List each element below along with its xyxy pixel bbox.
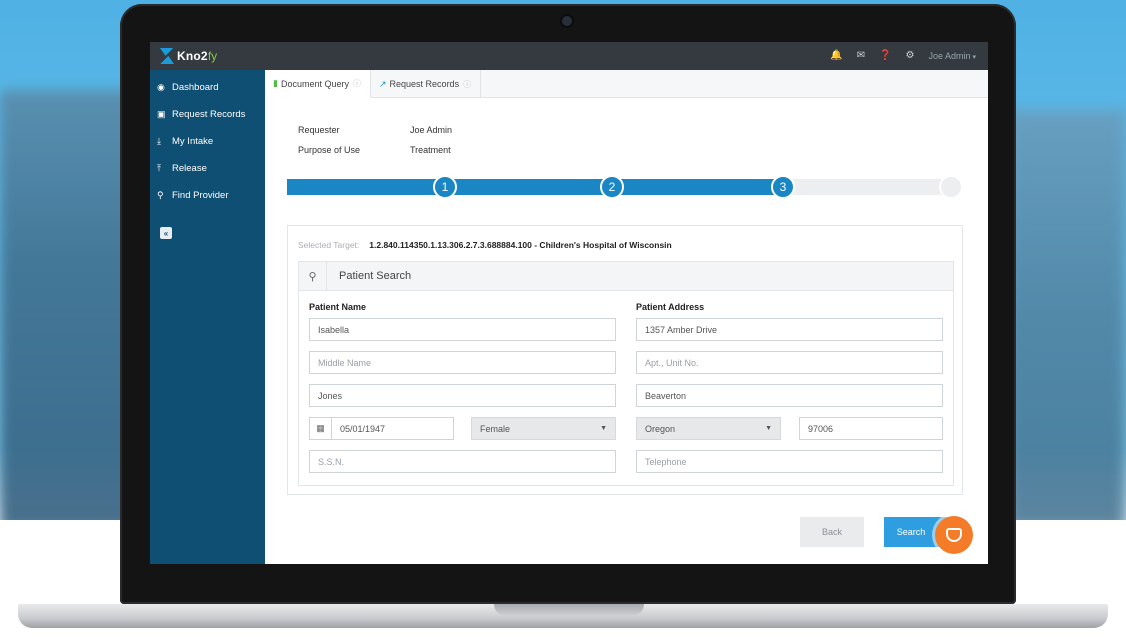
- progress-stepper: 1 2 3: [287, 175, 965, 199]
- chevron-down-icon: ▼: [765, 425, 772, 432]
- gear-icon[interactable]: ⚙: [905, 51, 914, 61]
- calendar-icon: ▦: [310, 418, 332, 439]
- middle-name-field[interactable]: Middle Name: [309, 351, 616, 374]
- back-button[interactable]: Back: [800, 517, 864, 547]
- bell-icon[interactable]: 🔔: [830, 51, 842, 61]
- patient-search-section: ⚲ Patient Search Patient Name Patient Ad…: [298, 261, 954, 486]
- progress-fill: [287, 179, 785, 195]
- selected-target-label: Selected Target:: [298, 240, 360, 250]
- first-name-field[interactable]: Isabella: [309, 318, 616, 341]
- logo-suffix: fy: [207, 49, 218, 63]
- gender-select[interactable]: Female ▼: [471, 417, 616, 440]
- envelope-icon[interactable]: ✉: [857, 51, 865, 61]
- kno2-logo-icon: [160, 48, 174, 64]
- app-logo[interactable]: Kno2 fy: [150, 42, 217, 70]
- step-end: [939, 175, 963, 199]
- external-link-icon: ↗: [378, 78, 387, 89]
- purpose-label: Purpose of Use: [298, 145, 361, 155]
- chevron-down-icon: ▾: [972, 54, 976, 61]
- tab-label: Document Query: [280, 78, 349, 89]
- selected-target: Selected Target: 1.2.840.114350.1.13.306.…: [298, 240, 672, 250]
- dashboard-icon: ◉: [157, 82, 165, 92]
- telephone-field[interactable]: Telephone: [636, 450, 943, 473]
- sidebar-item-label: My Intake: [172, 136, 214, 147]
- upload-icon: ⤒: [157, 163, 161, 173]
- sidebar-item-find-provider[interactable]: ⚲ Find Provider: [150, 182, 265, 209]
- user-menu[interactable]: Joe Admin ▾: [928, 51, 976, 61]
- tab-request-records[interactable]: ↗ Request Records ⓘ: [371, 70, 482, 98]
- dob-field[interactable]: ▦ 05/01/1947: [309, 417, 454, 440]
- sidebar: ◉ Dashboard ▣ Request Records ⤓ My Intak…: [150, 70, 265, 564]
- zip-field[interactable]: 97006: [799, 417, 943, 440]
- patient-name-label: Patient Name: [309, 302, 367, 312]
- requester-label: Requester: [298, 125, 340, 135]
- sidebar-item-label: Find Provider: [172, 190, 229, 201]
- sidebar-item-dashboard[interactable]: ◉ Dashboard: [150, 74, 265, 101]
- search-icon: ⚲: [299, 261, 327, 291]
- step-2[interactable]: 2: [600, 175, 624, 199]
- sidebar-item-request-records[interactable]: ▣ Request Records: [150, 101, 265, 128]
- chat-icon: [946, 528, 962, 542]
- question-icon[interactable]: ❓: [879, 51, 891, 61]
- sidebar-item-release[interactable]: ⤒ Release: [150, 155, 265, 182]
- state-value: Oregon: [645, 423, 676, 434]
- top-navbar: Kno2 fy 🔔 ✉ ❓ ⚙ Joe Admin ▾: [150, 42, 988, 70]
- tab-label: Request Records: [389, 79, 460, 89]
- patient-search-header: ⚲ Patient Search: [299, 261, 953, 291]
- sidebar-item-my-intake[interactable]: ⤓ My Intake: [150, 128, 265, 155]
- query-meta: Requester Joe Admin Purpose of Use Treat…: [298, 120, 452, 160]
- requester-value: Joe Admin: [410, 125, 453, 135]
- query-panel: Selected Target: 1.2.840.114350.1.13.306.…: [287, 225, 963, 495]
- tab-bar: ▮ Document Query ⓘ ↗ Request Records ⓘ: [265, 70, 988, 98]
- dob-value: 05/01/1947: [340, 423, 386, 434]
- step-1[interactable]: 1: [433, 175, 457, 199]
- step-3[interactable]: 3: [771, 175, 795, 199]
- laptop-screen: Kno2 fy 🔔 ✉ ❓ ⚙ Joe Admin ▾ ◉ Dashboard ▣…: [150, 42, 988, 564]
- tab-document-query[interactable]: ▮ Document Query ⓘ: [265, 70, 371, 98]
- patient-search-title: Patient Search: [339, 270, 412, 282]
- unit-field[interactable]: Apt., Unit No.: [636, 351, 943, 374]
- background-blur-right: [1006, 110, 1126, 530]
- info-icon[interactable]: ⓘ: [353, 78, 361, 89]
- info-icon[interactable]: ⓘ: [463, 79, 471, 90]
- document-icon: ▮: [273, 78, 278, 88]
- sidebar-item-label: Release: [172, 163, 207, 174]
- state-select[interactable]: Oregon ▼: [636, 417, 781, 440]
- ssn-field[interactable]: S.S.N.: [309, 450, 616, 473]
- topbar-icons: 🔔 ✉ ❓ ⚙ Joe Admin ▾: [830, 51, 988, 62]
- background-blur-left: [0, 90, 140, 530]
- selected-target-value: 1.2.840.114350.1.13.306.2.7.3.688884.100…: [369, 240, 672, 250]
- laptop-base-notch: [494, 604, 644, 616]
- user-name: Joe Admin: [928, 51, 971, 61]
- sidebar-item-label: Dashboard: [172, 82, 219, 93]
- webcam: [562, 16, 572, 26]
- download-icon: ⤓: [157, 136, 161, 146]
- city-field[interactable]: Beaverton: [636, 384, 943, 407]
- patient-address-label: Patient Address: [636, 302, 705, 312]
- document-icon: ▣: [157, 109, 166, 119]
- sidebar-item-label: Request Records: [172, 109, 246, 120]
- street-address-field[interactable]: 1357 Amber Drive: [636, 318, 943, 341]
- last-name-field[interactable]: Jones: [309, 384, 616, 407]
- main-content: ▮ Document Query ⓘ ↗ Request Records ⓘ R…: [265, 70, 988, 564]
- logo-text: Kno2: [177, 49, 208, 63]
- purpose-value: Treatment: [410, 145, 451, 155]
- chevron-down-icon: ▼: [600, 425, 607, 432]
- chat-launcher-button[interactable]: [935, 516, 973, 554]
- gender-value: Female: [480, 423, 511, 434]
- search-icon: ⚲: [157, 190, 164, 200]
- collapse-sidebar-icon[interactable]: «: [160, 227, 172, 239]
